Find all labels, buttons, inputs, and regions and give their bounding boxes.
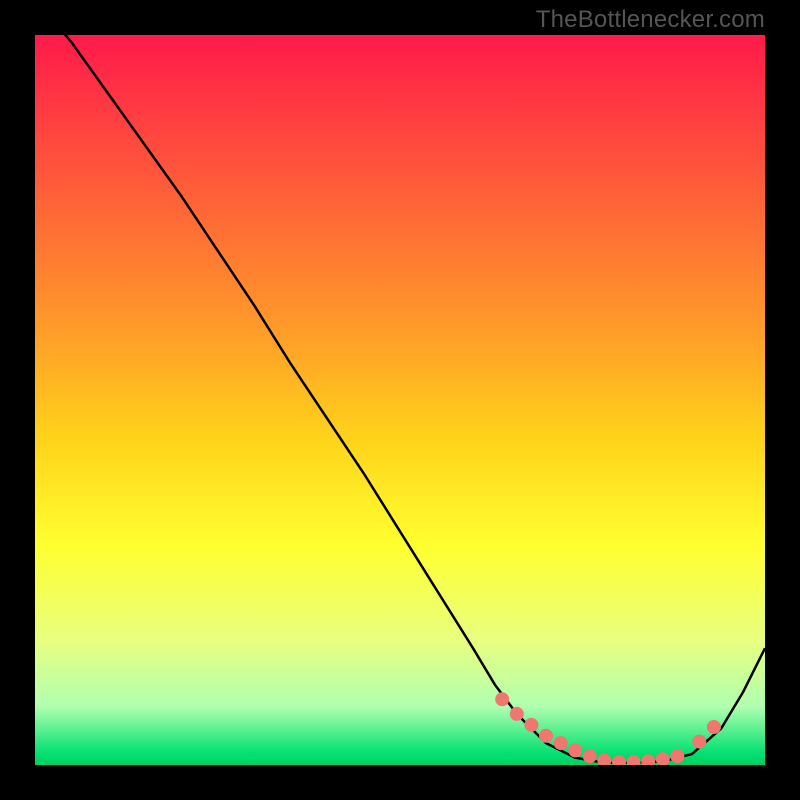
- marker-dot: [692, 735, 706, 749]
- marker-dot: [524, 718, 538, 732]
- marker-dot: [568, 743, 582, 757]
- chart-svg: [35, 35, 765, 765]
- marker-dot: [707, 720, 721, 734]
- marker-dot: [670, 749, 684, 763]
- source-credit: TheBottlenecker.com: [536, 6, 765, 34]
- marker-dot: [495, 692, 509, 706]
- chart-frame: TheBottlenecker.com: [0, 0, 800, 800]
- marker-dot: [539, 729, 553, 743]
- plot-area: [35, 35, 765, 765]
- marker-dot: [510, 707, 524, 721]
- marker-dot: [554, 736, 568, 750]
- marker-dot: [583, 749, 597, 763]
